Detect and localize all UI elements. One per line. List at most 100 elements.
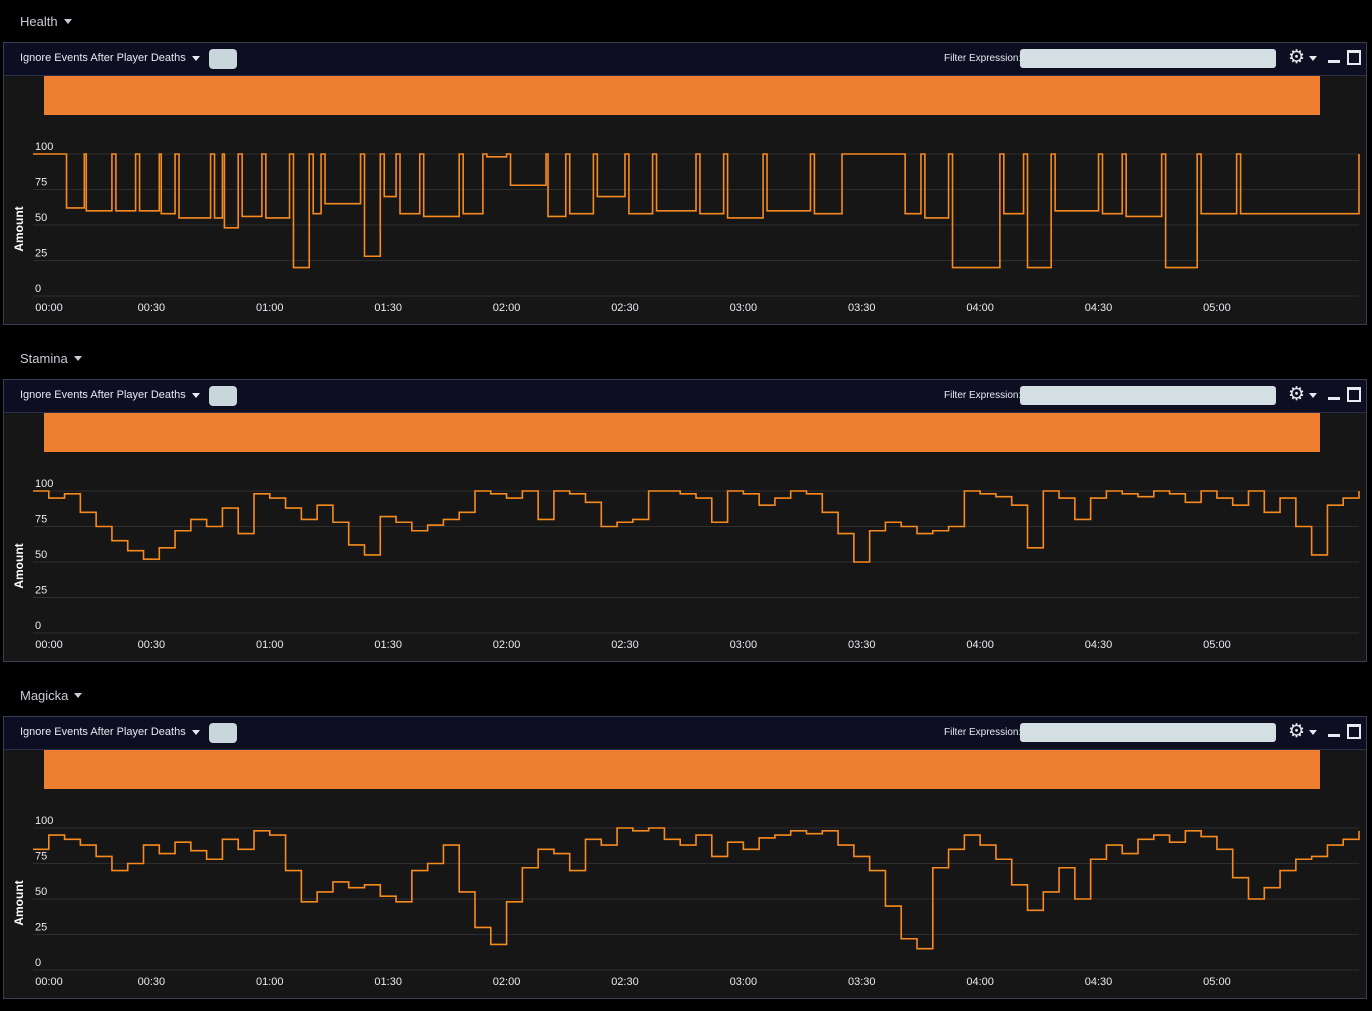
x-tick-label: 03:00: [730, 976, 758, 988]
y-tick-label: 25: [35, 585, 47, 597]
section-title-dropdown[interactable]: Health: [20, 14, 72, 29]
y-tick-label: 0: [35, 283, 41, 295]
x-tick-label: 02:00: [493, 976, 521, 988]
chevron-down-icon[interactable]: [1309, 730, 1317, 735]
minimize-icon[interactable]: [1328, 397, 1340, 400]
series-line: [33, 827, 1360, 950]
y-tick-label: 100: [35, 141, 53, 153]
x-tick-label: 04:00: [966, 976, 994, 988]
chevron-down-icon: [191, 55, 200, 61]
maximize-icon[interactable]: [1347, 724, 1361, 739]
filter-expression-input[interactable]: [1020, 49, 1276, 68]
ignore-events-dropdown[interactable]: Ignore Events After Player Deaths: [20, 726, 200, 738]
x-tick-label: 00:30: [138, 639, 166, 651]
section-title-dropdown[interactable]: Stamina: [20, 351, 82, 366]
y-axis-label: Amount: [12, 543, 26, 588]
chevron-down-icon: [191, 392, 200, 398]
minimize-icon[interactable]: [1328, 734, 1340, 737]
x-tick-label: 00:30: [138, 976, 166, 988]
panel-toolbar: Ignore Events After Player Deaths Filter…: [4, 43, 1366, 76]
chart-banner: [44, 750, 1320, 789]
filter-expression-input[interactable]: [1020, 386, 1276, 405]
x-tick-label: 04:30: [1085, 976, 1113, 988]
x-tick-label: 05:00: [1203, 976, 1231, 988]
toggle-button[interactable]: [209, 49, 237, 69]
x-tick-label: 01:00: [256, 976, 284, 988]
minimize-icon[interactable]: [1328, 60, 1340, 63]
x-tick-label: 02:30: [611, 976, 639, 988]
y-tick-label: 75: [35, 177, 47, 189]
x-tick-label: 04:00: [966, 639, 994, 651]
x-tick-label: 01:00: [256, 639, 284, 651]
filter-expression-input[interactable]: [1020, 723, 1276, 742]
y-tick-label: 50: [35, 549, 47, 561]
y-tick-label: 50: [35, 212, 47, 224]
x-tick-label: 05:00: [1203, 639, 1231, 651]
x-tick-label: 01:30: [374, 976, 402, 988]
chart-panel: 0 25 50 75 100 00:00 00:30 01:00 01:30 02:00 02:30…: [3, 379, 1367, 662]
chevron-down-icon: [191, 729, 200, 735]
x-tick-label: 03:00: [730, 302, 758, 314]
section-title-dropdown[interactable]: Magicka: [20, 688, 83, 703]
section-title: Magicka: [20, 688, 69, 703]
maximize-icon[interactable]: [1347, 50, 1361, 65]
x-tick-label: 03:30: [848, 976, 876, 988]
x-tick-label: 03:30: [848, 639, 876, 651]
x-tick-label: 05:00: [1203, 302, 1231, 314]
x-tick-label: 04:30: [1085, 302, 1113, 314]
x-tick-label: 00:00: [35, 976, 63, 988]
gear-icon[interactable]: ⚙: [1288, 721, 1305, 743]
x-tick-label: 00:30: [138, 302, 166, 314]
x-tick-label: 00:00: [35, 639, 63, 651]
filter-expression-label: Filter Expression:: [944, 53, 1022, 64]
y-axis-label: Amount: [12, 206, 26, 251]
chart-panel: 0 25 50 75 100 00:00 00:30 01:00 01:30 02:00 02:30…: [3, 716, 1367, 999]
chevron-down-icon: [73, 356, 82, 361]
x-tick-label: 00:00: [35, 302, 63, 314]
y-tick-label: 75: [35, 514, 47, 526]
toggle-button[interactable]: [209, 386, 237, 406]
section-title: Stamina: [20, 351, 68, 366]
y-tick-label: 0: [35, 957, 41, 969]
x-tick-label: 03:00: [730, 639, 758, 651]
series-line: [33, 153, 1360, 269]
ignore-events-label: Ignore Events After Player Deaths: [20, 726, 186, 738]
section-title: Health: [20, 14, 58, 29]
panel-toolbar: Ignore Events After Player Deaths Filter…: [4, 717, 1366, 750]
x-tick-label: 04:00: [966, 302, 994, 314]
chart-panel: 0 25 50 75 100 00:00 00:30 01:00 01:30 02:00 02:30…: [3, 42, 1367, 325]
y-tick-label: 25: [35, 922, 47, 934]
x-tick-label: 01:00: [256, 302, 284, 314]
y-tick-label: 0: [35, 620, 41, 632]
x-tick-label: 03:30: [848, 302, 876, 314]
x-tick-label: 01:30: [374, 302, 402, 314]
filter-expression-label: Filter Expression:: [944, 390, 1022, 401]
toggle-button[interactable]: [209, 723, 237, 743]
ignore-events-label: Ignore Events After Player Deaths: [20, 52, 186, 64]
x-tick-label: 04:30: [1085, 639, 1113, 651]
chevron-down-icon: [74, 693, 83, 698]
ignore-events-dropdown[interactable]: Ignore Events After Player Deaths: [20, 52, 200, 64]
ignore-events-label: Ignore Events After Player Deaths: [20, 389, 186, 401]
y-tick-label: 100: [35, 478, 53, 490]
maximize-icon[interactable]: [1347, 387, 1361, 402]
y-tick-label: 75: [35, 851, 47, 863]
chart-banner: [44, 413, 1320, 452]
chevron-down-icon: [63, 19, 72, 24]
y-axis-label: Amount: [12, 880, 26, 925]
chart-banner: [44, 76, 1320, 115]
panel-toolbar: Ignore Events After Player Deaths Filter…: [4, 380, 1366, 413]
x-tick-label: 01:30: [374, 639, 402, 651]
x-tick-label: 02:00: [493, 302, 521, 314]
ignore-events-dropdown[interactable]: Ignore Events After Player Deaths: [20, 389, 200, 401]
y-tick-label: 25: [35, 248, 47, 260]
gear-icon[interactable]: ⚙: [1288, 384, 1305, 406]
x-tick-label: 02:30: [611, 639, 639, 651]
chevron-down-icon[interactable]: [1309, 393, 1317, 398]
y-tick-label: 50: [35, 886, 47, 898]
y-tick-label: 100: [35, 815, 53, 827]
gear-icon[interactable]: ⚙: [1288, 47, 1305, 69]
x-tick-label: 02:00: [493, 639, 521, 651]
filter-expression-label: Filter Expression:: [944, 727, 1022, 738]
chevron-down-icon[interactable]: [1309, 56, 1317, 61]
